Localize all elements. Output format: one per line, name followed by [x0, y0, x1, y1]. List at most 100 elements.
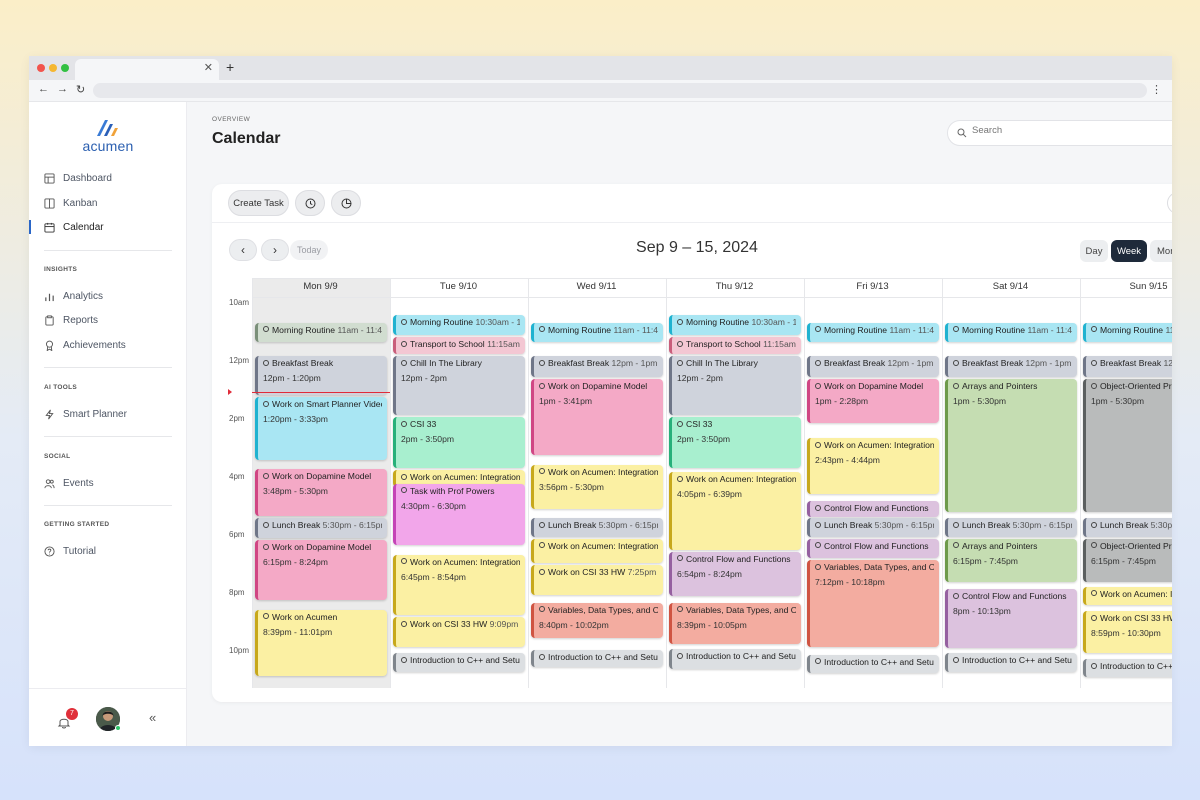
- event-check-icon[interactable]: [263, 401, 269, 408]
- browser-menu-icon[interactable]: ⋮: [1151, 83, 1162, 96]
- event-check-icon[interactable]: [1091, 326, 1097, 333]
- minimize-window-dot[interactable]: [49, 64, 57, 72]
- event-check-icon[interactable]: [677, 606, 683, 613]
- next-week-button[interactable]: ›: [261, 239, 289, 261]
- calendar-event[interactable]: Morning Routine 10:30am - 11:15am: [393, 315, 525, 336]
- view-month-button[interactable]: Month: [1150, 240, 1172, 262]
- calendar-event[interactable]: Work on Dopamine Model 1pm - 2:28pm: [807, 379, 939, 423]
- event-check-icon[interactable]: [263, 472, 269, 479]
- event-check-icon[interactable]: [263, 613, 269, 620]
- calendar-event[interactable]: Lunch Break 5:30pm - 6:15pm: [945, 518, 1077, 537]
- calendar-event[interactable]: Morning Routine 11am - 11:45am: [531, 322, 663, 343]
- event-check-icon[interactable]: [677, 340, 683, 347]
- calendar-event[interactable]: Variables, Data Types, and Operators 8:39…: [669, 602, 801, 644]
- event-check-icon[interactable]: [815, 658, 821, 665]
- event-check-icon[interactable]: [401, 359, 407, 366]
- sidebar-item-calendar[interactable]: Calendar: [44, 218, 104, 236]
- calendar-event[interactable]: Introduction to C++ and Setup: [531, 650, 663, 668]
- calendar-event[interactable]: Lunch Break 5:30pm - 6:15pm: [807, 518, 939, 537]
- calendar-event[interactable]: Morning Routine 10:30am - 11:15am: [669, 315, 801, 336]
- calendar-event[interactable]: Work on Dopamine Model 3:48pm - 5:30pm: [255, 469, 387, 517]
- search-input[interactable]: [972, 125, 1172, 136]
- maximize-window-dot[interactable]: [61, 64, 69, 72]
- collapse-sidebar-icon[interactable]: «: [149, 710, 156, 725]
- acumen-logo[interactable]: acumen: [29, 118, 187, 154]
- today-button[interactable]: Today: [290, 240, 328, 260]
- event-check-icon[interactable]: [401, 319, 407, 326]
- calendar-event[interactable]: Work on Acumen: Integration 4:05pm - 6:39…: [669, 472, 801, 550]
- event-check-icon[interactable]: [677, 652, 683, 659]
- calendar-event[interactable]: Morning Routine 11am - 11:45am: [255, 322, 387, 343]
- calendar-event[interactable]: Control Flow and Functions: [807, 538, 939, 559]
- calendar-event[interactable]: Control Flow and Functions 8pm - 10:13pm: [945, 589, 1077, 649]
- event-check-icon[interactable]: [953, 542, 959, 549]
- day-header[interactable]: Tue 9/10: [390, 281, 527, 292]
- back-arrow-icon[interactable]: ←: [38, 83, 49, 95]
- event-check-icon[interactable]: [1091, 382, 1097, 389]
- event-check-icon[interactable]: [953, 382, 959, 389]
- reload-icon[interactable]: ↻: [76, 83, 85, 96]
- calendar-event[interactable]: Control Flow and Functions: [807, 501, 939, 517]
- calendar-event[interactable]: Lunch Break 5:30pm - 6:15pm: [1083, 518, 1172, 537]
- calendar-event[interactable]: Variables, Data Types, and Operators 7:12…: [807, 560, 939, 647]
- calendar-event[interactable]: Arrays and Pointers 1pm - 5:30pm: [945, 379, 1077, 513]
- day-header[interactable]: Wed 9/11: [528, 281, 665, 292]
- calendar-event[interactable]: Morning Routine 11am - 11:45am: [807, 322, 939, 343]
- event-check-icon[interactable]: [1091, 590, 1097, 597]
- event-check-icon[interactable]: [677, 420, 683, 427]
- event-check-icon[interactable]: [677, 359, 683, 366]
- event-check-icon[interactable]: [401, 487, 407, 494]
- calendar-event[interactable]: Introduction to C++ and Setup: [1083, 659, 1172, 678]
- sidebar-item-achievements[interactable]: Achievements: [44, 336, 126, 354]
- event-check-icon[interactable]: [953, 522, 959, 529]
- calendar-event[interactable]: Morning Routine 11am - 11:45am: [1083, 322, 1172, 343]
- calendar-event[interactable]: Transport to School 11:15am - 12pm: [393, 337, 525, 354]
- event-check-icon[interactable]: [539, 468, 545, 475]
- address-field[interactable]: [93, 83, 1147, 98]
- close-window-dot[interactable]: [37, 64, 45, 72]
- event-check-icon[interactable]: [539, 568, 545, 575]
- calendar-event[interactable]: Work on Acumen: Integration 2:43pm - 4:44…: [807, 437, 939, 495]
- event-check-icon[interactable]: [815, 441, 821, 448]
- calendar-event[interactable]: Object-Oriented Programming 6:15pm - 7:45…: [1083, 538, 1172, 582]
- event-check-icon[interactable]: [677, 555, 683, 562]
- sidebar-item-kanban[interactable]: Kanban: [44, 194, 97, 212]
- calendar-event[interactable]: CSI 33 2pm - 3:50pm: [393, 416, 525, 468]
- calendar-event[interactable]: Breakfast Break 12pm - 1pm: [1083, 356, 1172, 378]
- calendar-event[interactable]: Work on Acumen: Integration: [531, 538, 663, 563]
- view-day-button[interactable]: Day: [1080, 240, 1108, 262]
- view-week-button[interactable]: Week: [1111, 240, 1147, 262]
- calendar-event[interactable]: Work on Smart Planner Video 1:20pm - 3:33…: [255, 397, 387, 460]
- event-check-icon[interactable]: [263, 359, 269, 366]
- calendar-event[interactable]: Lunch Break 5:30pm - 6:15pm: [531, 518, 663, 537]
- event-check-icon[interactable]: [539, 522, 545, 529]
- create-task-button[interactable]: Create Task: [228, 190, 289, 216]
- event-check-icon[interactable]: [677, 475, 683, 482]
- calendar-event[interactable]: Introduction to C++ and Setup: [393, 653, 525, 672]
- event-check-icon[interactable]: [815, 542, 821, 549]
- event-check-icon[interactable]: [539, 326, 545, 333]
- sidebar-item-tutorial[interactable]: Tutorial: [44, 542, 96, 560]
- calendar-event[interactable]: Chill In The Library 12pm - 2pm: [669, 356, 801, 415]
- event-check-icon[interactable]: [263, 326, 269, 333]
- event-check-icon[interactable]: [815, 382, 821, 389]
- calendar-event[interactable]: Task with Prof Powers 4:30pm - 6:30pm: [393, 483, 525, 546]
- calendar-event[interactable]: Transport to School 11:15am - 12pm: [669, 337, 801, 354]
- event-check-icon[interactable]: [401, 656, 407, 663]
- day-header[interactable]: Sun 9/15: [1080, 281, 1172, 292]
- event-check-icon[interactable]: [539, 382, 545, 389]
- event-check-icon[interactable]: [401, 340, 407, 347]
- calendar-event[interactable]: Arrays and Pointers 6:15pm - 7:45pm: [945, 538, 1077, 582]
- day-header[interactable]: Mon 9/9: [252, 281, 389, 292]
- forward-arrow-icon[interactable]: →: [57, 83, 68, 95]
- event-check-icon[interactable]: [677, 319, 683, 326]
- calendar-event[interactable]: Work on CSI 33 HW 7:25pm: [531, 564, 663, 595]
- calendar-event[interactable]: Control Flow and Functions 6:54pm - 8:24p…: [669, 551, 801, 597]
- calendar-event[interactable]: Breakfast Break 12pm - 1pm: [945, 356, 1077, 378]
- event-check-icon[interactable]: [1091, 522, 1097, 529]
- calendar-event[interactable]: Work on Dopamine Model 1pm - 3:41pm: [531, 379, 663, 456]
- sidebar-item-reports[interactable]: Reports: [44, 311, 98, 329]
- day-header[interactable]: Sat 9/14: [942, 281, 1079, 292]
- tab-close-icon[interactable]: ✕: [204, 61, 213, 74]
- event-check-icon[interactable]: [815, 564, 821, 571]
